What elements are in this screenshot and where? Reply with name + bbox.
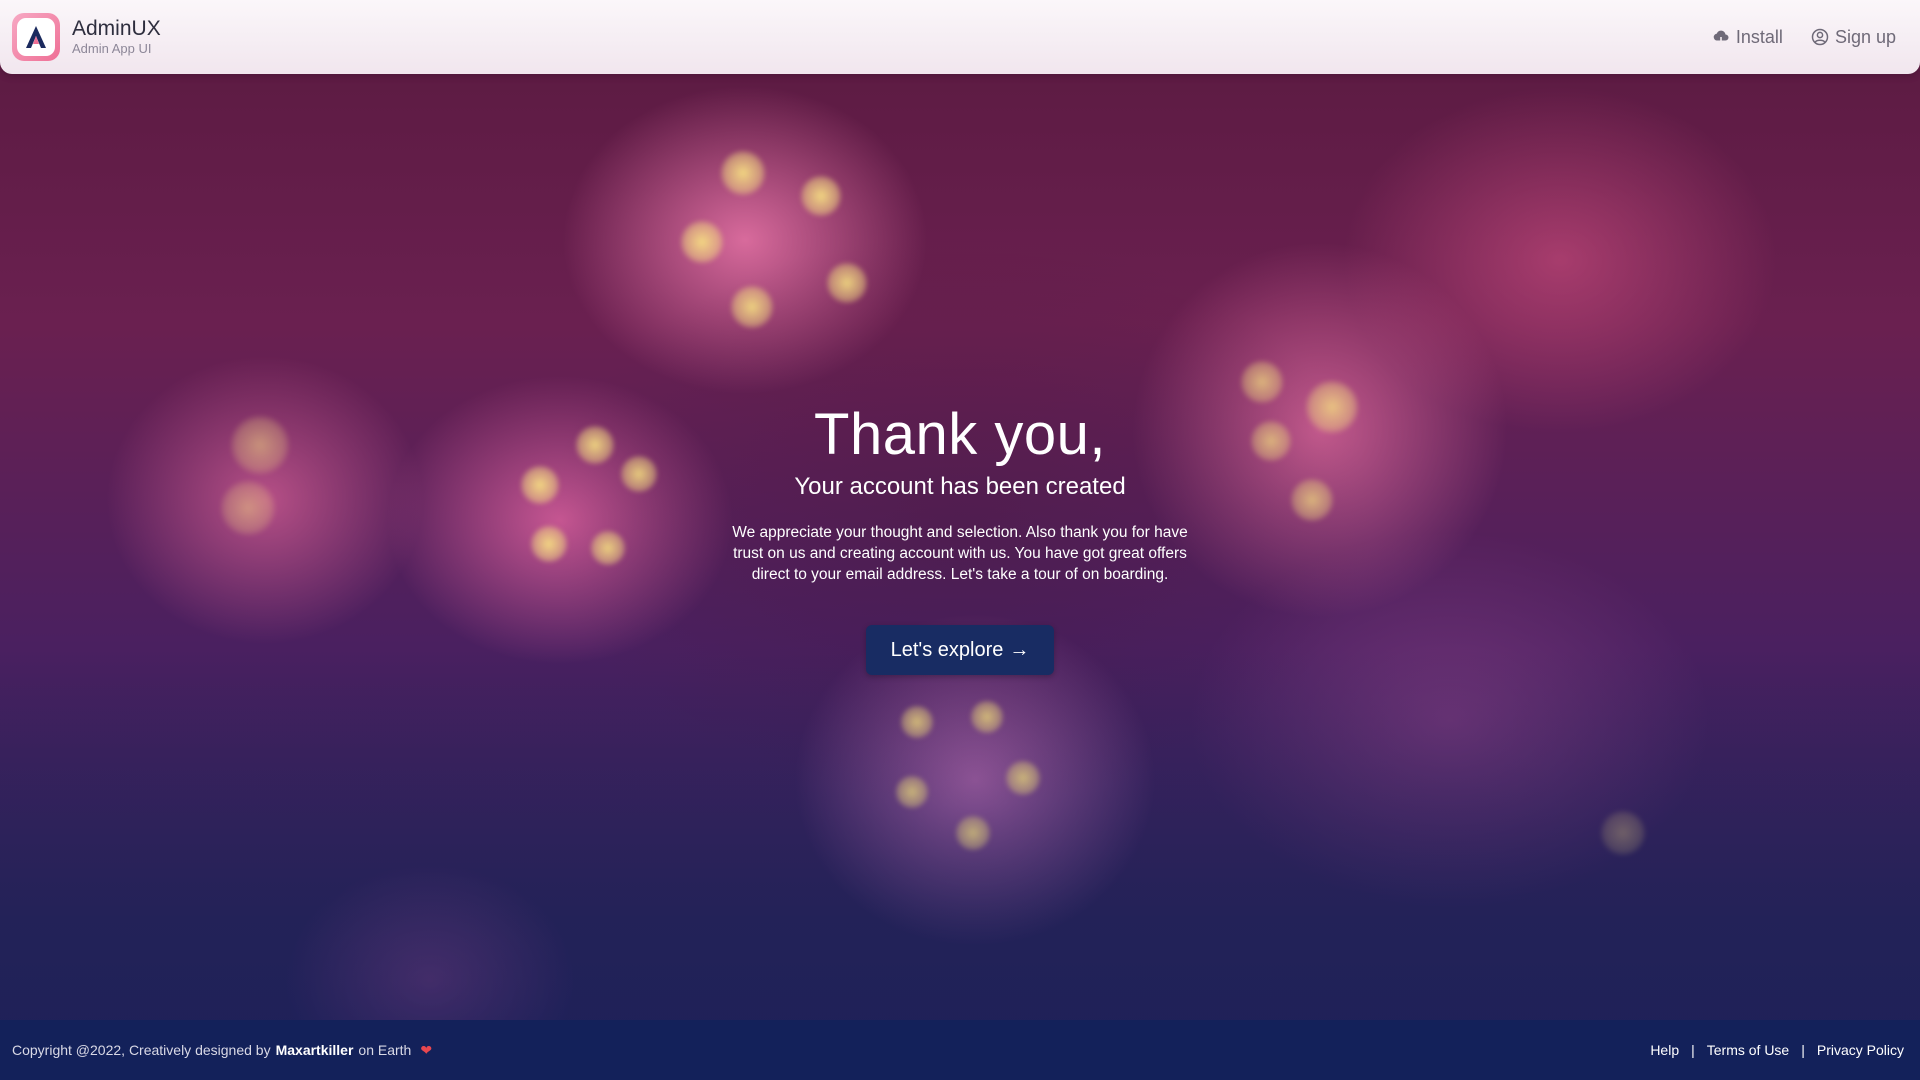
brand-name: AdminUX xyxy=(72,17,161,40)
footer-separator: | xyxy=(1691,1042,1695,1058)
description-text: We appreciate your thought and selection… xyxy=(732,524,1188,583)
top-header: AdminUX Admin App UI Install Sign up xyxy=(0,0,1920,74)
page-subtitle: Your account has been created xyxy=(794,473,1126,500)
copyright: Copyright @2022, Creatively designed by … xyxy=(12,1042,432,1059)
footer-separator: | xyxy=(1801,1042,1805,1058)
brand[interactable]: AdminUX Admin App UI xyxy=(12,13,161,61)
terms-of-use-link[interactable]: Terms of Use xyxy=(1707,1042,1789,1058)
header-nav: Install Sign up xyxy=(1712,27,1896,48)
copyright-text: Copyright @2022, Creatively designed by xyxy=(12,1042,271,1058)
copyright-suffix: on Earth xyxy=(358,1042,412,1058)
cloud-download-icon xyxy=(1712,28,1730,46)
footer: Copyright @2022, Creatively designed by … xyxy=(0,1020,1920,1080)
page: AdminUX Admin App UI Install Sign up Tha… xyxy=(0,0,1920,1080)
heart-icon: ❤ xyxy=(420,1041,433,1058)
install-link[interactable]: Install xyxy=(1712,27,1783,48)
help-link[interactable]: Help xyxy=(1650,1042,1679,1058)
author-link[interactable]: Maxartkiller xyxy=(276,1042,354,1058)
user-circle-icon xyxy=(1811,28,1829,46)
brand-subtitle: Admin App UI xyxy=(72,41,152,56)
brand-logo-icon xyxy=(12,13,60,61)
lets-explore-button[interactable]: Let's explore → xyxy=(866,625,1054,675)
lets-explore-label: Let's explore xyxy=(890,638,1004,661)
page-title: Thank you, xyxy=(814,402,1106,467)
install-label: Install xyxy=(1735,26,1783,47)
sign-up-label: Sign up xyxy=(1834,26,1896,47)
arrow-right-icon: → xyxy=(1009,638,1030,661)
sign-up-link[interactable]: Sign up xyxy=(1811,27,1896,48)
thank-you-content: Thank you, Your account has been created… xyxy=(0,400,1920,675)
privacy-policy-link[interactable]: Privacy Policy xyxy=(1817,1042,1904,1058)
footer-links: Help | Terms of Use | Privacy Policy xyxy=(1650,1042,1904,1058)
